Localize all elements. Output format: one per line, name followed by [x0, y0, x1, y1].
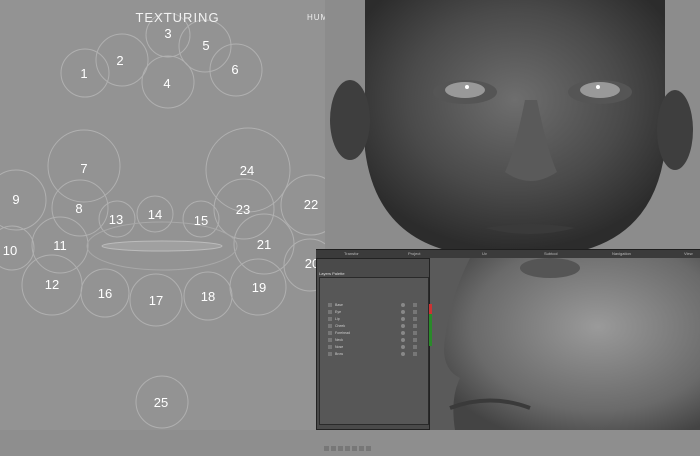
uv-map-title: TEXTURING	[135, 10, 220, 25]
uv-region-label: 5	[202, 38, 209, 53]
list-item[interactable]: Base	[326, 302, 426, 308]
tab-uv[interactable]: Uv	[482, 251, 487, 256]
list-item[interactable]: Cheek	[326, 323, 426, 329]
uv-region-label: 11	[53, 238, 67, 253]
duplicate-icon[interactable]	[331, 446, 336, 451]
uv-region-label: 24	[240, 163, 254, 178]
uv-region-label: 19	[252, 280, 266, 295]
uv-region-label: 3	[164, 26, 171, 41]
layers-palette: Layers Palette Base Eye Lip Cheek Forehe…	[316, 258, 432, 451]
move-up-icon[interactable]	[345, 446, 350, 451]
uv-region-label: 14	[148, 207, 162, 222]
uv-region-label: 18	[201, 289, 215, 304]
tab-view[interactable]: View	[684, 251, 693, 256]
uv-region-label: 15	[194, 213, 208, 228]
list-item[interactable]: Nose	[326, 344, 426, 350]
uv-region-label: 7	[80, 161, 87, 176]
head-render-profile	[430, 258, 700, 430]
uv-region-label: 17	[149, 293, 163, 308]
uv-region-label: 4	[163, 76, 170, 91]
list-item[interactable]: Lip	[326, 316, 426, 322]
tab-project[interactable]: Project	[408, 251, 420, 256]
uv-region-label: 25	[154, 395, 168, 410]
merge-icon[interactable]	[338, 446, 343, 451]
settings-icon[interactable]	[359, 446, 364, 451]
uv-region-label: 22	[304, 197, 318, 212]
uv-region-label: 21	[257, 237, 271, 252]
uv-region-circles: 1 2 3 4 5 6 7 8 9 10 11 12 13 14 15 16 1…	[0, 12, 325, 429]
new-layer-icon[interactable]	[324, 446, 329, 451]
list-item[interactable]: Forehead	[326, 330, 426, 336]
uv-region-label: 12	[45, 277, 59, 292]
move-down-icon[interactable]	[352, 446, 357, 451]
uv-region-label: 1	[80, 66, 87, 81]
uv-region-label: 2	[116, 53, 123, 68]
panel-toolbar	[324, 438, 373, 456]
status-bar	[429, 304, 432, 346]
uv-region-label: 10	[3, 243, 17, 258]
uv-region-label: 9	[12, 192, 19, 207]
head-render-front	[325, 0, 700, 250]
list-item[interactable]: Brow	[326, 351, 426, 357]
tab-transfor[interactable]: Transfor	[344, 251, 359, 256]
uv-map-canvas[interactable]: 1 2 3 4 5 6 7 8 9 10 11 12 13 14 15 16 1…	[0, 0, 327, 430]
panel-title: Layers Palette	[319, 271, 345, 276]
uv-region-label: 13	[109, 212, 123, 227]
list-item[interactable]: Neck	[326, 337, 426, 343]
uv-region-label: 8	[75, 201, 82, 216]
uv-region-label: 6	[231, 62, 238, 77]
uv-region-label: 23	[236, 202, 250, 217]
list-item[interactable]: Eye	[326, 309, 426, 315]
delete-icon[interactable]	[366, 446, 371, 451]
tab-subtool[interactable]: Subtool	[544, 251, 558, 256]
tab-navigation[interactable]: Navigation	[612, 251, 631, 256]
uv-region-label: 16	[98, 286, 112, 301]
layers-list: Base Eye Lip Cheek Forehead Neck Nose Br…	[319, 277, 432, 451]
